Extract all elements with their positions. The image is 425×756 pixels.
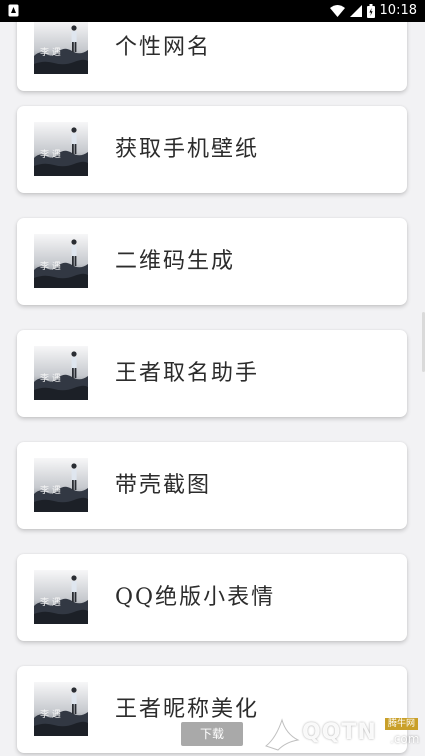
battery-icon xyxy=(366,4,375,18)
feature-list: 个性网名 获取手机壁纸 二维码生成 王者取名助手 带壳截图 QQ绝版小表情 王者… xyxy=(0,22,425,756)
watermark-logo-icon xyxy=(264,718,300,751)
menu-card-name-helper[interactable]: 王者取名助手 xyxy=(17,330,407,417)
notification-icon xyxy=(8,4,19,17)
thumbnail-image xyxy=(34,458,88,512)
download-button[interactable]: 下载 xyxy=(181,722,243,746)
menu-card-emoji[interactable]: QQ绝版小表情 xyxy=(17,554,407,641)
menu-label: 个性网名 xyxy=(115,35,212,60)
wifi-icon xyxy=(329,5,345,17)
thumbnail-image xyxy=(34,22,88,74)
menu-label: QQ绝版小表情 xyxy=(115,585,276,610)
menu-card-screenshot[interactable]: 带壳截图 xyxy=(17,442,407,529)
status-bar: 10:18 xyxy=(0,0,425,22)
menu-label: 二维码生成 xyxy=(115,249,236,274)
menu-card-wallpaper[interactable]: 获取手机壁纸 xyxy=(17,106,407,193)
thumbnail-image xyxy=(34,346,88,400)
menu-label: 带壳截图 xyxy=(115,473,212,498)
watermark: 腾牛网 QQTN .com xyxy=(262,714,420,754)
watermark-domain: .com xyxy=(390,732,420,746)
thumbnail-image xyxy=(34,122,88,176)
thumbnail-image xyxy=(34,570,88,624)
menu-card-qrcode[interactable]: 二维码生成 xyxy=(17,218,407,305)
menu-card-nickname[interactable]: 个性网名 xyxy=(17,22,407,91)
signal-icon xyxy=(349,5,362,17)
menu-label: 王者取名助手 xyxy=(115,361,260,386)
thumbnail-image xyxy=(34,682,88,736)
status-time: 10:18 xyxy=(379,3,417,18)
menu-label: 获取手机壁纸 xyxy=(115,137,260,162)
watermark-text: QQTN xyxy=(302,720,377,745)
scrollbar[interactable] xyxy=(421,22,425,756)
watermark-tag: 腾牛网 xyxy=(384,718,418,730)
thumbnail-image xyxy=(34,234,88,288)
